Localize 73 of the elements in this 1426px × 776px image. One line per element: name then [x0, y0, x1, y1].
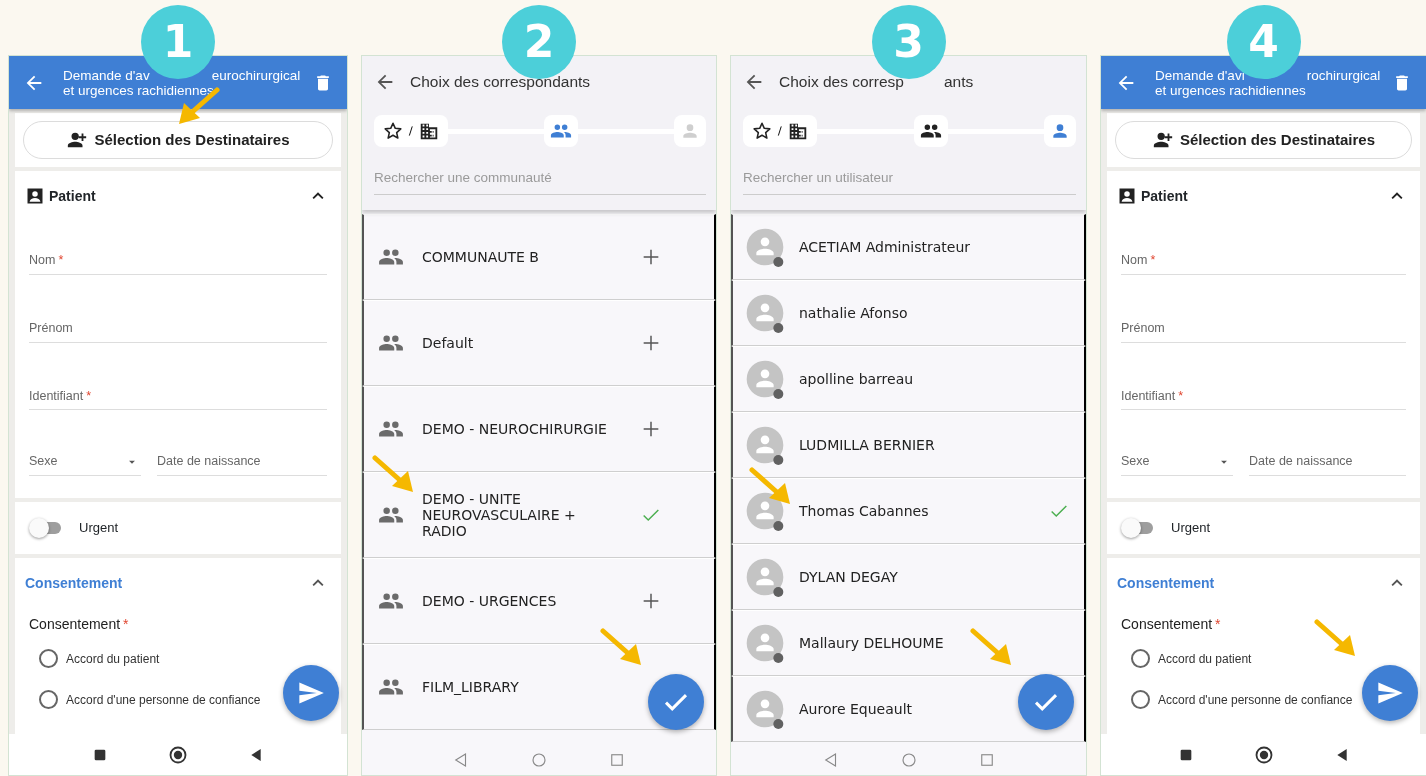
toggle-switch[interactable] — [29, 518, 63, 538]
radio-label: Accord d'une personne de confiance — [66, 691, 261, 709]
text-field[interactable]: Nom * — [29, 251, 327, 275]
avatar-icon — [745, 293, 785, 333]
text-field[interactable]: Nom * — [1121, 251, 1406, 275]
star-icon — [751, 120, 773, 142]
list-item[interactable]: ACETIAM Administrateur — [731, 214, 1086, 280]
list-item[interactable]: DEMO - URGENCES — [362, 558, 716, 644]
radio-button[interactable] — [39, 690, 58, 709]
list-item[interactable]: DEMO - UNITE NEUROVASCULAIRE + RADIO — [362, 472, 716, 558]
step-tab[interactable] — [743, 115, 817, 147]
list-item[interactable]: DYLAN DEGAY — [731, 544, 1086, 610]
radio-label: Accord du patient — [66, 650, 160, 668]
star-icon — [382, 120, 404, 142]
avatar-icon — [745, 227, 785, 267]
recipients-button[interactable]: Sélection des Destinataires — [23, 121, 333, 159]
text-field[interactable]: Identifiant * — [1121, 386, 1406, 411]
list-item[interactable]: DEMO - NEUROCHIRURGIE — [362, 386, 716, 472]
screen-title: et urgences rachidiennes — [1155, 82, 1307, 98]
screen-title: Demande d'avi — [1155, 67, 1245, 83]
list-item[interactable]: LUDMILLA BERNIER — [731, 412, 1086, 478]
radio-button[interactable] — [39, 649, 58, 668]
person-icon — [680, 121, 700, 141]
person-icon — [1050, 121, 1070, 141]
toggle-switch[interactable] — [1121, 518, 1155, 538]
section-title: Consentement — [25, 573, 123, 593]
toggle-label: Urgent — [79, 519, 119, 538]
section-title: Patient — [1141, 186, 1188, 206]
date-field[interactable]: Date de naissance — [157, 452, 327, 476]
field-label: Consentement * — [29, 615, 130, 634]
text-field[interactable]: Identifiant * — [29, 386, 327, 411]
avatar-icon — [745, 557, 785, 597]
text-field[interactable]: Prénom — [1121, 318, 1406, 343]
list-item[interactable]: apolline barreau — [731, 346, 1086, 412]
radio-button[interactable] — [1131, 649, 1150, 668]
radio-label: Accord d'une personne de confiance — [1158, 691, 1353, 709]
dropdown-field[interactable]: Sexe — [29, 452, 141, 476]
avatar-icon — [745, 491, 785, 531]
recipients-button[interactable]: Sélection des Destinataires — [1115, 121, 1412, 159]
id-card-icon — [1117, 186, 1137, 206]
screen-title: eurochirurgical — [211, 67, 301, 83]
list-item[interactable]: COMMUNAUTE B — [362, 214, 716, 300]
screen-title: ants — [943, 72, 974, 93]
list-item[interactable]: Default — [362, 300, 716, 386]
screen-title: et urgences rachidiennes — [63, 82, 214, 98]
toggle-label: Urgent — [1171, 519, 1211, 538]
dropdown-field[interactable]: Sexe — [1121, 452, 1233, 476]
section-title: Consentement — [1117, 573, 1215, 593]
step-number: 3 — [871, 5, 946, 79]
avatar-icon — [745, 359, 785, 399]
radio-button[interactable] — [1131, 690, 1150, 709]
avatar-icon — [745, 425, 785, 465]
avatar-icon — [745, 689, 785, 729]
search-field[interactable]: Rechercher une communauté — [374, 154, 706, 196]
date-field[interactable]: Date de naissance — [1249, 452, 1406, 476]
list-item[interactable]: Thomas Cabannes — [731, 478, 1086, 544]
avatar-icon — [745, 623, 785, 663]
step-tab[interactable] — [913, 115, 948, 147]
list-item[interactable]: Mallaury DELHOUME — [731, 610, 1086, 676]
step-tab[interactable] — [374, 115, 448, 147]
screen-title: Demande d'av — [63, 67, 150, 83]
list-item[interactable]: nathalie Afonso — [731, 280, 1086, 346]
id-card-icon — [25, 186, 45, 206]
search-field[interactable]: Rechercher un utilisateur — [743, 154, 1076, 196]
text-field[interactable]: Prénom — [29, 318, 327, 343]
home-button[interactable] — [1253, 744, 1274, 765]
home-button[interactable] — [168, 744, 188, 765]
radio-label: Accord du patient — [1158, 650, 1252, 668]
list-item[interactable]: Aurore Equeault — [731, 676, 1086, 742]
list-item[interactable]: FILM_LIBRARY — [362, 644, 716, 730]
screen-title: rochirurgical — [1306, 67, 1381, 83]
section-title: Patient — [49, 186, 96, 206]
field-label: Consentement * — [1121, 615, 1222, 634]
